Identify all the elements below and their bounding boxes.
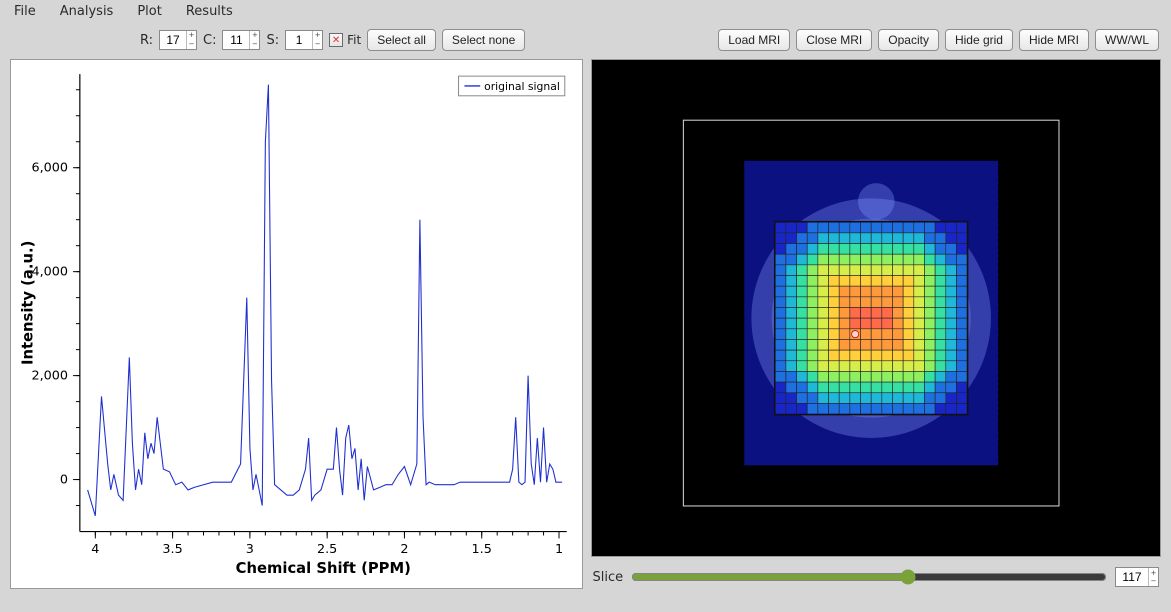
spectrum-chart[interactable]: 4 3.5 3 2.5 2 1.5 1 0 2,000 4,000 6,000 Chemical Sh…: [11, 60, 582, 588]
voxel-selector-group: R: +− C: +− S: +− ✕ Fit Select all Selec…: [140, 29, 525, 51]
svg-text:4,000: 4,000: [32, 265, 69, 280]
r-stepper[interactable]: +−: [159, 30, 197, 50]
r-label: R:: [140, 33, 153, 48]
mri-toolbar: Load MRI Close MRI Opacity Hide grid Hid…: [718, 29, 1159, 51]
menu-plot[interactable]: Plot: [137, 4, 162, 19]
menu-results[interactable]: Results: [186, 4, 233, 19]
svg-text:2: 2: [400, 542, 408, 557]
fit-checkbox[interactable]: ✕ Fit: [329, 33, 361, 47]
wwwl-button[interactable]: WW/WL: [1095, 29, 1159, 51]
c-down-icon[interactable]: −: [252, 40, 258, 49]
main-panels: 4 3.5 3 2.5 2 1.5 1 0 2,000 4,000 6,000 Chemical Sh…: [0, 59, 1171, 599]
r-down-icon[interactable]: −: [189, 40, 195, 49]
fit-label: Fit: [347, 33, 361, 47]
svg-text:4: 4: [91, 542, 99, 557]
menu-analysis[interactable]: Analysis: [60, 4, 114, 19]
close-mri-button[interactable]: Close MRI: [796, 29, 872, 51]
opacity-button[interactable]: Opacity: [878, 29, 939, 51]
svg-text:original signal: original signal: [484, 80, 560, 93]
toolbar: R: +− C: +− S: +− ✕ Fit Select all Selec…: [0, 25, 1171, 59]
svg-text:2.5: 2.5: [317, 542, 337, 557]
svg-text:2,000: 2,000: [32, 369, 69, 384]
s-stepper[interactable]: +−: [285, 30, 323, 50]
slice-up-icon[interactable]: +: [1151, 569, 1157, 577]
s-input[interactable]: [286, 31, 312, 49]
c-input[interactable]: [223, 31, 249, 49]
mri-viewport[interactable]: [591, 59, 1162, 557]
slice-label: Slice: [593, 570, 624, 585]
menubar: File Analysis Plot Results: [0, 0, 1171, 25]
select-all-button[interactable]: Select all: [367, 29, 436, 51]
mri-panel-wrapper: Slice +−: [591, 59, 1162, 589]
slice-down-icon[interactable]: −: [1151, 577, 1157, 585]
c-label: C:: [203, 33, 216, 48]
hide-mri-button[interactable]: Hide MRI: [1019, 29, 1089, 51]
svg-text:3.5: 3.5: [162, 542, 182, 557]
c-up-icon[interactable]: +: [252, 31, 258, 40]
slice-input[interactable]: [1116, 568, 1148, 586]
svg-text:1.5: 1.5: [472, 542, 492, 557]
r-up-icon[interactable]: +: [189, 31, 195, 40]
select-none-button[interactable]: Select none: [442, 29, 525, 51]
svg-text:0: 0: [60, 473, 68, 488]
s-up-icon[interactable]: +: [315, 31, 321, 40]
spectrum-panel: 4 3.5 3 2.5 2 1.5 1 0 2,000 4,000 6,000 Chemical Sh…: [10, 59, 583, 589]
slice-slider[interactable]: [631, 569, 1107, 585]
slice-control-row: Slice +−: [591, 557, 1162, 589]
x-mark-icon: ✕: [329, 33, 343, 47]
mri-image[interactable]: [592, 60, 1161, 556]
s-down-icon[interactable]: −: [315, 40, 321, 49]
load-mri-button[interactable]: Load MRI: [718, 29, 790, 51]
r-input[interactable]: [160, 31, 186, 49]
slice-stepper[interactable]: +−: [1115, 567, 1159, 587]
menu-file[interactable]: File: [14, 4, 36, 19]
hide-grid-button[interactable]: Hide grid: [945, 29, 1013, 51]
svg-text:Chemical Shift (PPM): Chemical Shift (PPM): [236, 560, 411, 577]
s-label: S:: [266, 33, 279, 48]
svg-text:Intensity (a.u.): Intensity (a.u.): [20, 241, 37, 365]
svg-text:1: 1: [555, 542, 563, 557]
c-stepper[interactable]: +−: [222, 30, 260, 50]
svg-text:6,000: 6,000: [32, 161, 69, 176]
svg-text:3: 3: [246, 542, 254, 557]
